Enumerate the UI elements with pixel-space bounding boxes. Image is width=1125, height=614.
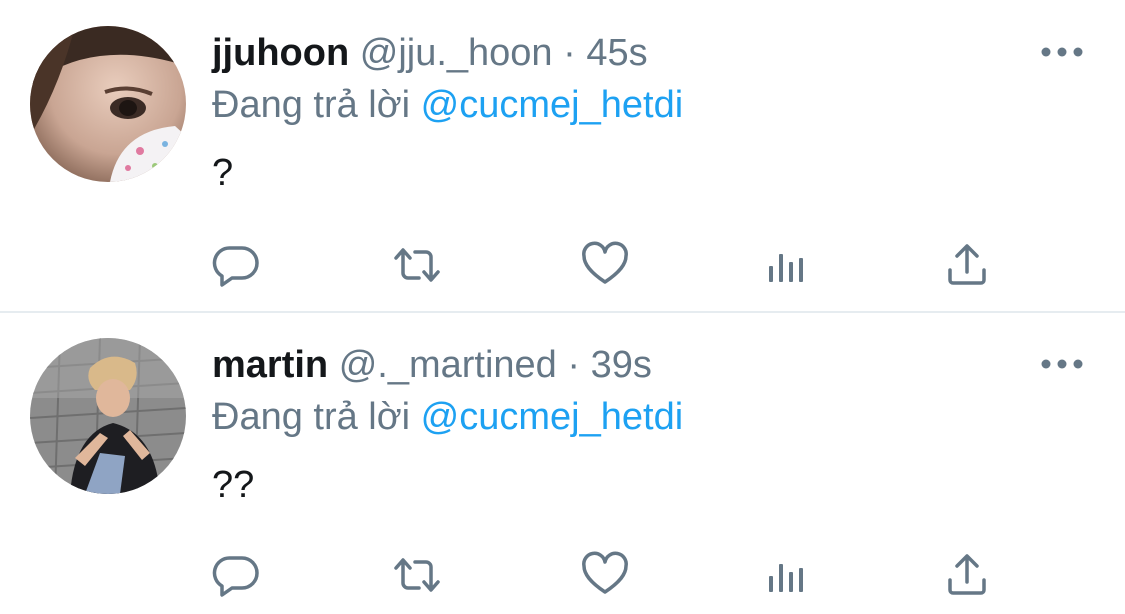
display-name[interactable]: jjuhoon [212,32,349,74]
user-handle[interactable]: @._martined [339,344,557,386]
stats-button[interactable] [762,240,812,290]
avatar[interactable] [30,338,186,494]
bar-chart-icon [769,254,803,282]
avatar-image [30,338,186,494]
speech-bubble-icon [212,556,259,597]
tweet[interactable]: martin @._martined · 39s Đang trả lời @c… [0,312,1125,614]
reply-mention[interactable]: @cucmej_hetdi [421,84,683,126]
retweet-arrows-icon [394,558,440,592]
tweet-header: jjuhoon @jju._hoon · 45s [212,30,648,76]
tweet-text: ? [212,152,234,194]
separator-dot: · [567,344,581,386]
tweet-header: martin @._martined · 39s [212,342,652,388]
speech-bubble-icon [212,246,259,287]
retweet-arrows-icon [394,248,440,282]
reply-button[interactable] [212,550,262,600]
share-button[interactable] [942,550,992,600]
tweet[interactable]: jjuhoon @jju._hoon · 45s Đang trả lời @c… [0,0,1125,312]
avatar-image [30,26,186,182]
share-upload-icon [948,554,986,595]
replying-to: Đang trả lời @cucmej_hetdi [212,82,683,128]
ellipsis-icon[interactable] [1040,42,1084,62]
reply-prefix: Đang trả lời [212,396,411,438]
bar-chart-icon [769,564,803,592]
replying-to: Đang trả lời @cucmej_hetdi [212,394,683,440]
avatar[interactable] [30,26,186,182]
display-name[interactable]: martin [212,344,328,386]
tweet-actions [212,550,1012,600]
timestamp[interactable]: 39s [591,344,652,386]
tweet-actions [212,240,1012,290]
stats-button[interactable] [762,550,812,600]
reply-button[interactable] [212,240,262,290]
share-upload-icon [948,244,986,285]
retweet-button[interactable] [392,550,442,600]
share-button[interactable] [942,240,992,290]
like-button[interactable] [580,550,630,600]
user-handle[interactable]: @jju._hoon [360,32,553,74]
timestamp[interactable]: 45s [586,32,647,74]
heart-icon [582,551,628,594]
tweet-text: ?? [212,464,255,506]
reply-prefix: Đang trả lời [212,84,411,126]
separator-dot: · [563,32,576,74]
ellipsis-icon[interactable] [1040,354,1084,374]
reply-mention[interactable]: @cucmej_hetdi [421,396,683,438]
like-button[interactable] [580,240,630,290]
retweet-button[interactable] [392,240,442,290]
heart-icon [582,241,628,284]
